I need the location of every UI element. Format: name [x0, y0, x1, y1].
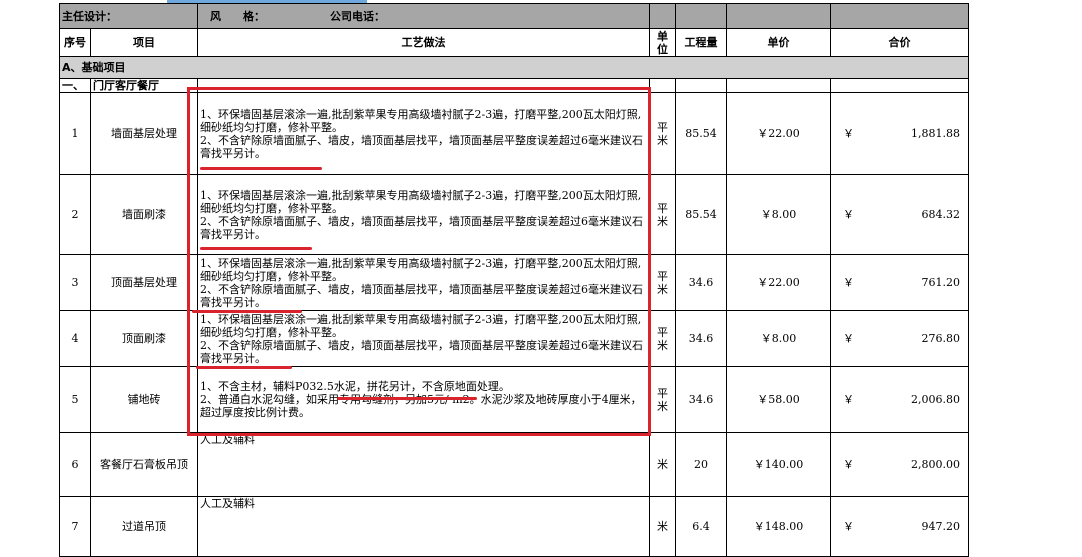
designer-cell[interactable]: 主任设计： [59, 3, 198, 29]
blank-cell[interactable] [197, 78, 650, 93]
section-row: A、基础项目 [59, 56, 969, 79]
row-unit[interactable]: 平米 [649, 366, 676, 433]
row-process[interactable]: 1、环保墙固基层滚涂一遍,批刮紫苹果专用高级墙衬腻子2-3遍，打磨平整,200瓦… [197, 310, 650, 367]
row-currency: ￥ [843, 332, 854, 345]
header-unit-price[interactable]: 单价 [726, 28, 831, 57]
row-unit-price[interactable]: ￥8.00 [726, 174, 831, 255]
header-total[interactable]: 合价 [830, 28, 969, 57]
row-unit[interactable]: 米 [649, 496, 676, 557]
row-currency: ￥ [843, 127, 854, 140]
quotation-table: 主任设计： 风 格： 公司电话： 序号 项目 工艺做法 单位 工程量 单价 合价 … [59, 3, 969, 557]
row-total-cell[interactable]: ￥ 684.32 [830, 174, 969, 255]
row-total-cell[interactable]: ￥ 2,006.80 [830, 366, 969, 433]
row-total-cell[interactable]: ￥ 947.20 [830, 496, 969, 557]
row-unit[interactable]: 平米 [649, 92, 676, 175]
header-process[interactable]: 工艺做法 [197, 28, 650, 57]
row-no[interactable]: 3 [59, 254, 91, 311]
table-row: 5 铺地砖 1、不含主材，辅料P032.5水泥，拼花另计，不含原地面处理。 2、普… [59, 366, 969, 433]
row-total: 947.20 [921, 520, 961, 533]
row-quantity[interactable]: 85.54 [675, 174, 727, 255]
row-process[interactable]: 1、环保墙固基层滚涂一遍,批刮紫苹果专用高级墙衬腻子2-3遍，打磨平整,200瓦… [197, 92, 650, 175]
row-item[interactable]: 客餐厅石膏板吊顶 [90, 432, 198, 497]
row-total: 761.20 [921, 276, 961, 289]
info-row: 主任设计： 风 格： 公司电话： [59, 3, 969, 29]
phone-label: 公司电话： [330, 9, 385, 23]
row-quantity[interactable]: 85.54 [675, 92, 727, 175]
blank-cell[interactable] [675, 78, 727, 93]
subsection-no[interactable]: 一、 [59, 78, 91, 93]
row-quantity[interactable]: 6.4 [675, 496, 727, 557]
row-process[interactable]: 人工及辅料 [197, 496, 650, 557]
row-total-cell[interactable]: ￥ 276.80 [830, 310, 969, 367]
row-unit-price[interactable]: ￥22.00 [726, 254, 831, 311]
row-total: 684.32 [921, 208, 961, 221]
row-currency: ￥ [843, 208, 854, 221]
row-no[interactable]: 2 [59, 174, 91, 255]
row-unit[interactable]: 平米 [649, 310, 676, 367]
row-unit-price[interactable]: ￥140.00 [726, 432, 831, 497]
row-item[interactable]: 顶面基层处理 [90, 254, 198, 311]
row-unit-price[interactable]: ￥148.00 [726, 496, 831, 557]
row-unit[interactable]: 米 [649, 432, 676, 497]
row-process[interactable]: 1、环保墙固基层滚涂一遍,批刮紫苹果专用高级墙衬腻子2-3遍，打磨平整,200瓦… [197, 174, 650, 255]
row-currency: ￥ [843, 393, 854, 406]
table-row: 1 墙面基层处理 1、环保墙固基层滚涂一遍,批刮紫苹果专用高级墙衬腻子2-3遍，… [59, 92, 969, 175]
row-total: 2,006.80 [911, 393, 960, 406]
row-total-cell[interactable]: ￥ 2,800.00 [830, 432, 969, 497]
table-row: 7 过道吊顶 人工及辅料 米 6.4 ￥148.00 ￥ 947.20 [59, 496, 969, 557]
row-currency: ￥ [843, 458, 854, 471]
row-quantity[interactable]: 34.6 [675, 310, 727, 367]
row-no[interactable]: 4 [59, 310, 91, 367]
table-row: 6 客餐厅石膏板吊顶 人工及辅料 米 20 ￥140.00 ￥ 2,800.00 [59, 432, 969, 497]
section-title[interactable]: A、基础项目 [59, 56, 969, 79]
row-currency: ￥ [843, 520, 854, 533]
row-total-cell[interactable]: ￥ 1,881.88 [830, 92, 969, 175]
row-item[interactable]: 墙面基层处理 [90, 92, 198, 175]
row-no[interactable]: 7 [59, 496, 91, 557]
header-item[interactable]: 项目 [90, 28, 198, 57]
table-row: 4 顶面刷漆 1、环保墙固基层滚涂一遍,批刮紫苹果专用高级墙衬腻子2-3遍，打磨… [59, 310, 969, 367]
header-quantity[interactable]: 工程量 [675, 28, 727, 57]
blank-cell[interactable] [726, 3, 831, 29]
blank-cell[interactable] [830, 3, 969, 29]
blank-cell[interactable] [830, 78, 969, 93]
row-unit-price[interactable]: ￥22.00 [726, 92, 831, 175]
row-quantity[interactable]: 34.6 [675, 366, 727, 433]
row-unit-price[interactable]: ￥58.00 [726, 366, 831, 433]
row-process[interactable]: 人工及辅料 [197, 432, 650, 497]
style-label: 风 格： [210, 9, 265, 23]
table-row: 2 墙面刷漆 1、环保墙固基层滚涂一遍,批刮紫苹果专用高级墙衬腻子2-3遍，打磨… [59, 174, 969, 255]
row-item[interactable]: 墙面刷漆 [90, 174, 198, 255]
subsection-title[interactable]: 门厅客厅餐厅 [90, 78, 198, 93]
designer-label: 主任设计： [62, 9, 117, 23]
row-unit[interactable]: 平米 [649, 174, 676, 255]
header-row: 序号 项目 工艺做法 单位 工程量 单价 合价 [59, 28, 969, 57]
row-no[interactable]: 5 [59, 366, 91, 433]
row-item[interactable]: 顶面刷漆 [90, 310, 198, 367]
blank-cell[interactable] [675, 3, 727, 29]
row-process[interactable]: 1、环保墙固基层滚涂一遍,批刮紫苹果专用高级墙衬腻子2-3遍，打磨平整,200瓦… [197, 254, 650, 311]
row-total-cell[interactable]: ￥ 761.20 [830, 254, 969, 311]
row-quantity[interactable]: 34.6 [675, 254, 727, 311]
blank-cell[interactable] [649, 78, 676, 93]
row-total: 276.80 [921, 332, 961, 345]
header-no[interactable]: 序号 [59, 28, 91, 57]
row-no[interactable]: 1 [59, 92, 91, 175]
row-process[interactable]: 1、不含主材，辅料P032.5水泥，拼花另计，不含原地面处理。 2、普通白水泥勾缝… [197, 366, 650, 433]
row-total: 2,800.00 [911, 458, 960, 471]
row-total: 1,881.88 [911, 127, 960, 140]
row-quantity[interactable]: 20 [675, 432, 727, 497]
style-phone-cell[interactable]: 风 格： 公司电话： [197, 3, 650, 29]
row-no[interactable]: 6 [59, 432, 91, 497]
table-row: 3 顶面基层处理 1、环保墙固基层滚涂一遍,批刮紫苹果专用高级墙衬腻子2-3遍，… [59, 254, 969, 311]
row-item[interactable]: 过道吊顶 [90, 496, 198, 557]
row-unit-price[interactable]: ￥8.00 [726, 310, 831, 367]
blank-cell[interactable] [649, 3, 676, 29]
subsection-row: 一、 门厅客厅餐厅 [59, 78, 969, 93]
row-unit[interactable]: 平米 [649, 254, 676, 311]
blank-cell[interactable] [726, 78, 831, 93]
row-item[interactable]: 铺地砖 [90, 366, 198, 433]
header-unit[interactable]: 单位 [649, 28, 676, 57]
row-currency: ￥ [843, 276, 854, 289]
